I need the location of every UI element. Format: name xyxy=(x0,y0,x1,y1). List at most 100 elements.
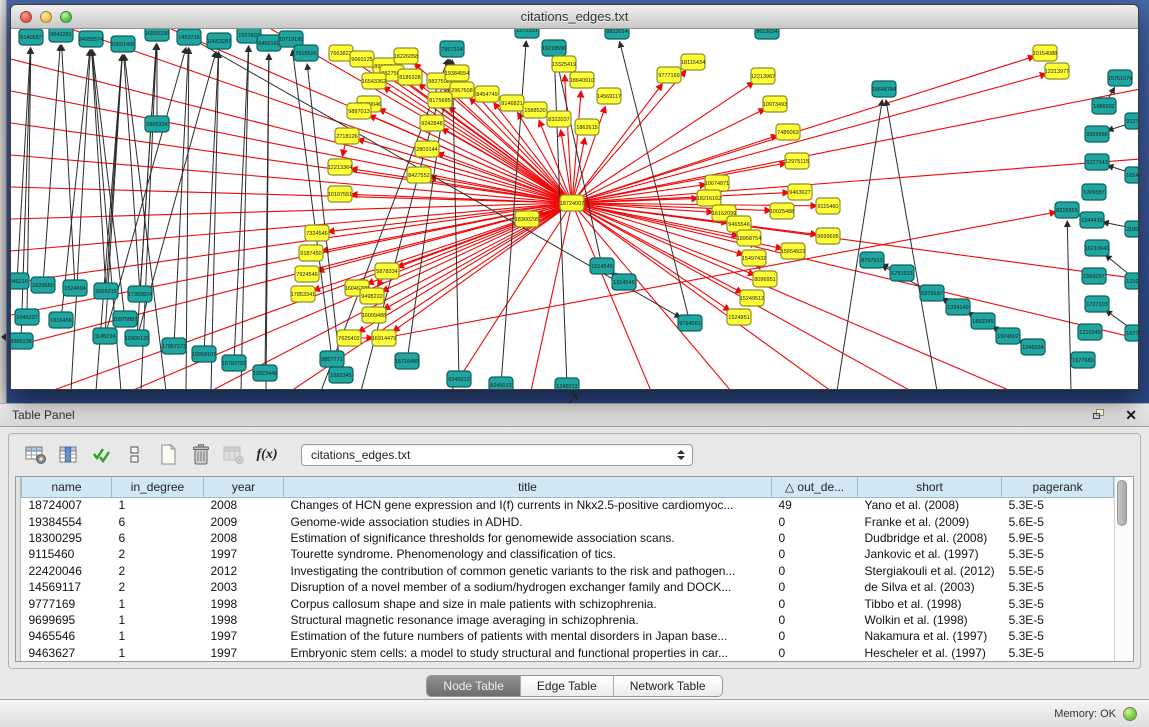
graph-node[interactable]: 10653287 xyxy=(207,33,231,49)
table-row[interactable]: 1872400712008Changes of HCN gene express… xyxy=(22,497,1114,513)
float-panel-icon[interactable] xyxy=(1093,409,1107,421)
graph-node[interactable]: 1862615 xyxy=(575,119,599,135)
graph-node[interactable]: 1572301 xyxy=(515,29,539,38)
graph-node[interactable]: 8215955 xyxy=(1055,202,1079,218)
graph-node[interactable]: 1245034 xyxy=(1021,339,1045,355)
graph-node[interactable]: 2065316 xyxy=(94,283,118,299)
graph-node[interactable]: 16543362 xyxy=(362,73,386,89)
graph-node[interactable]: 9329966 xyxy=(1085,126,1109,142)
graph-node[interactable]: 9146821 xyxy=(500,95,524,111)
network-file-selector[interactable]: citations_edges.txt xyxy=(301,444,693,466)
new-document-icon[interactable] xyxy=(155,443,181,467)
graph-node[interactable]: 15249512 xyxy=(740,290,764,306)
graph-node[interactable]: 9764561 xyxy=(678,315,702,331)
graph-node[interactable]: 8813014 xyxy=(605,29,629,39)
graph-node[interactable]: 15751074 xyxy=(1108,70,1132,86)
graph-node[interactable]: 1209387 xyxy=(1082,184,1106,200)
table-row[interactable]: 946554611997Estimation of the future num… xyxy=(22,628,1114,644)
citation-edge-black[interactable] xyxy=(307,64,341,375)
graph-node[interactable]: 1514545 xyxy=(590,258,614,274)
column-header-out_de[interactable]: △ out_de... xyxy=(772,477,858,497)
graph-node[interactable]: 2805334 xyxy=(145,116,169,132)
graph-node[interactable]: 10975887 xyxy=(113,311,137,327)
select-all-icon[interactable] xyxy=(89,443,115,467)
graph-node[interactable]: 18115434 xyxy=(681,54,705,70)
graph-node[interactable]: 12905135 xyxy=(125,330,149,346)
graph-node[interactable]: 9127743 xyxy=(1125,113,1139,129)
citation-edge-black[interactable] xyxy=(556,59,602,266)
graph-node[interactable]: 9660125 xyxy=(350,51,374,67)
graph-node[interactable]: 9498222 xyxy=(360,288,384,304)
graph-node[interactable]: 1616456 xyxy=(49,312,73,328)
graph-node[interactable]: 10674871 xyxy=(705,175,729,191)
citation-edge-red[interactable] xyxy=(572,159,1139,203)
citation-edge-red[interactable] xyxy=(11,59,572,203)
citation-edge-black[interactable] xyxy=(92,50,106,291)
panel-collapse-arrow-icon[interactable] xyxy=(1,333,6,341)
close-panel-icon[interactable]: ✕ xyxy=(1125,408,1137,422)
graph-node[interactable]: 7615526 xyxy=(294,45,318,61)
graph-node[interactable]: 18958754 xyxy=(737,230,761,246)
citation-edge-red[interactable] xyxy=(572,203,731,390)
row-height-icon[interactable] xyxy=(122,443,148,467)
graph-node[interactable]: 18640910 xyxy=(570,72,594,88)
graph-node[interactable]: 1046227 xyxy=(15,309,39,325)
graph-node[interactable]: 18216162 xyxy=(697,190,721,206)
graph-node[interactable]: 9242848 xyxy=(420,115,444,131)
graph-node[interactable]: 9643281 xyxy=(49,29,73,42)
graph-node[interactable]: 24055574 xyxy=(79,31,103,47)
graph-node[interactable]: 8454749 xyxy=(475,86,499,102)
collapsed-panel-strip[interactable] xyxy=(0,0,7,403)
graph-node[interactable]: 16782759 xyxy=(222,355,246,371)
graph-node[interactable]: 10107551 xyxy=(328,186,352,202)
hub-node[interactable]: 18724007 xyxy=(560,195,584,211)
graph-node[interactable]: 15654923 xyxy=(781,243,805,259)
citation-edge-black[interactable] xyxy=(43,45,60,285)
graph-node[interactable]: 12975115 xyxy=(785,153,809,169)
graph-node[interactable]: 12923448 xyxy=(253,365,277,381)
graph-node[interactable]: 1924502 xyxy=(996,328,1020,344)
table-row[interactable]: 969969511998Structural magnetic resonanc… xyxy=(22,612,1114,628)
citation-edge-black[interactable] xyxy=(234,46,248,363)
graph-node[interactable]: 1046216 xyxy=(11,273,29,289)
graph-node[interactable]: 17359924 xyxy=(128,286,152,302)
graph-node[interactable]: 8175685 xyxy=(428,92,452,108)
column-header-year[interactable]: year xyxy=(204,477,284,497)
graph-node[interactable]: 1210345 xyxy=(1078,324,1102,340)
graph-node[interactable]: 17853341 xyxy=(291,286,315,302)
column-header-name[interactable]: name xyxy=(22,477,112,497)
network-canvas[interactable]: 18724007 5140557 9643281 24055574 20691406 16… xyxy=(11,29,1139,390)
citation-edge-red[interactable] xyxy=(11,203,572,347)
tab-edge-table[interactable]: Edge Table xyxy=(520,676,613,696)
graph-node[interactable]: 1524694 xyxy=(63,280,87,296)
graph-node[interactable]: 1145194 xyxy=(93,328,117,344)
table-row[interactable]: 946362711997Embryonic stem cells: a mode… xyxy=(22,645,1114,661)
column-settings-icon[interactable] xyxy=(56,443,82,467)
graph-node[interactable]: 9857771 xyxy=(320,351,344,367)
graph-node[interactable]: 16550336 xyxy=(145,29,169,41)
import-table-icon[interactable] xyxy=(221,443,247,467)
graph-node[interactable]: 1244415 xyxy=(1080,212,1104,228)
table-row[interactable]: 1456911722003Disruption of a novel membe… xyxy=(22,579,1114,595)
graph-node[interactable]: 18300295 xyxy=(515,211,539,227)
graph-node[interactable]: 1245012 xyxy=(555,378,579,390)
graph-node[interactable]: 16914479 xyxy=(372,330,396,346)
graph-node[interactable]: 13325419 xyxy=(552,56,576,72)
citation-edge-black[interactable] xyxy=(837,100,882,390)
graph-node[interactable]: 9699695 xyxy=(816,228,840,244)
graph-node[interactable]: 8245013 xyxy=(489,377,513,390)
citation-edge-red[interactable] xyxy=(11,123,572,203)
graph-node[interactable]: 2718126 xyxy=(335,128,359,144)
graph-node[interactable]: 20691406 xyxy=(111,36,135,52)
table-row[interactable]: 1938455462009Genome-wide association stu… xyxy=(22,513,1114,529)
citation-edge-black[interactable] xyxy=(204,52,218,354)
graph-node[interactable]: 6791913 xyxy=(890,265,914,281)
delete-table-icon[interactable] xyxy=(188,443,214,467)
graph-node[interactable]: 10958107 xyxy=(192,346,216,362)
graph-node[interactable]: 5140557 xyxy=(19,29,43,45)
citation-edge-black[interactable] xyxy=(241,46,249,390)
citation-edge-red[interactable] xyxy=(11,203,572,251)
function-icon[interactable]: f(x) xyxy=(254,443,280,467)
graph-node[interactable]: 15497432 xyxy=(742,250,766,266)
graph-node[interactable]: 8322037 xyxy=(547,111,571,127)
